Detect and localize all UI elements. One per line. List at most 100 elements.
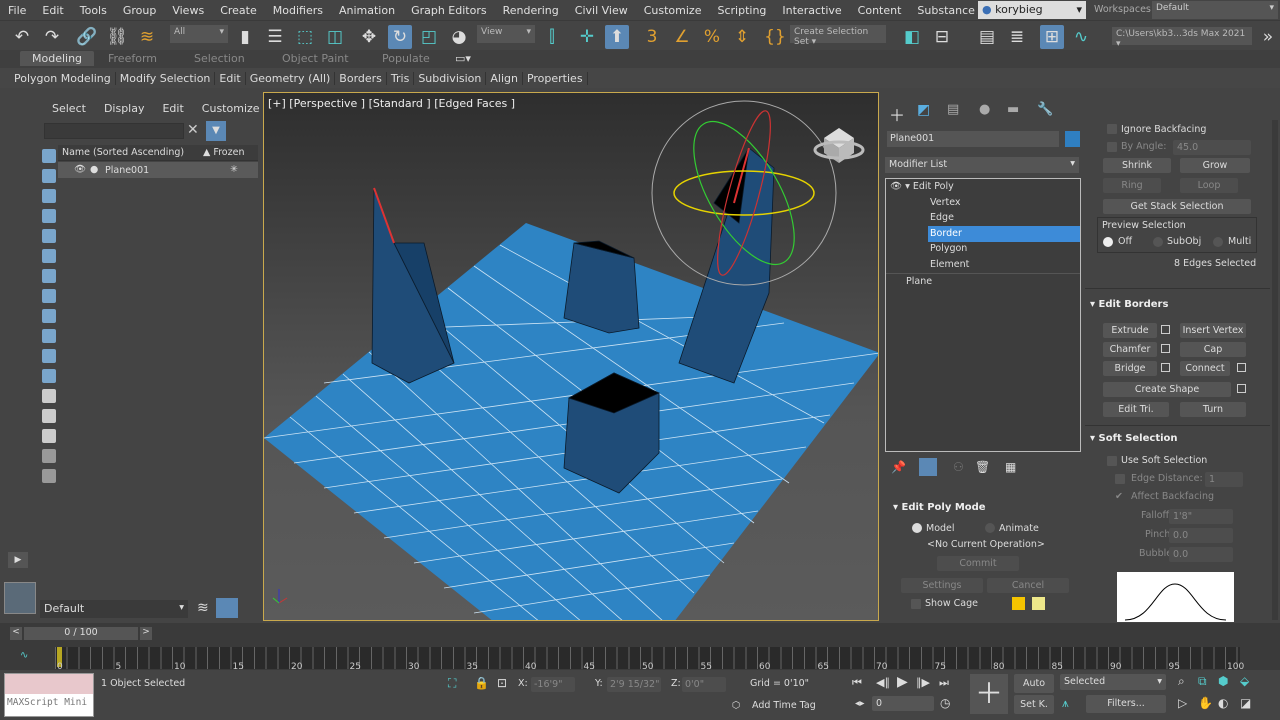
menu-edit[interactable]: Edit (34, 4, 71, 17)
layer-explorer-icon[interactable]: ≣ (1005, 25, 1029, 49)
menu-civil-view[interactable]: Civil View (567, 4, 636, 17)
find-icon[interactable] (42, 449, 56, 463)
commit-button[interactable]: Commit (937, 556, 1019, 571)
cap-button[interactable]: Cap (1180, 342, 1246, 357)
filter-icon[interactable]: ▼ (206, 121, 226, 141)
reference-coord-select[interactable]: View ▾ (477, 25, 535, 43)
connect-settings-icon[interactable] (1237, 363, 1246, 372)
invert-display-icon[interactable] (42, 429, 56, 443)
overflow-icon[interactable]: » (1256, 25, 1280, 49)
project-path-select[interactable]: C:\Users\kb3...3ds Max 2021 ▾ (1112, 27, 1252, 49)
grow-button[interactable]: Grow (1180, 158, 1250, 173)
maxscript-listener[interactable]: MAXScript Mini (4, 673, 94, 717)
go-to-start-icon[interactable]: ⏮ (852, 676, 862, 690)
col-name[interactable]: Name (Sorted Ascending) (62, 147, 184, 158)
scale-icon[interactable]: ◰ (417, 25, 441, 49)
modifier-list-select[interactable]: Modifier List ▾ (885, 157, 1079, 173)
stack-edge[interactable]: Edge (886, 210, 1080, 226)
display-hidden-icon[interactable] (42, 369, 56, 383)
ribbon-modify-selection[interactable]: Modify Selection (116, 71, 216, 85)
zoom-icon[interactable]: ⌕ (1178, 674, 1185, 689)
ribbon-align[interactable]: Align (486, 71, 523, 85)
create-tab-icon[interactable]: ＋ (889, 102, 905, 126)
explorer-customize[interactable]: Customize (202, 102, 260, 115)
ring-button[interactable]: Ring (1103, 178, 1161, 193)
window-crossing-icon[interactable]: ◫ (323, 25, 347, 49)
freeze-icon[interactable]: ✳ (230, 164, 238, 175)
angle-spinner[interactable]: 45.0 (1173, 140, 1251, 155)
display-containers-icon[interactable] (42, 329, 56, 343)
manipulate-icon[interactable]: ✛ (575, 25, 599, 49)
explorer-select[interactable]: Select (52, 102, 86, 115)
rotate-icon[interactable]: ↻ (388, 25, 412, 49)
bind-spacewarp-icon[interactable]: ≋ (135, 25, 159, 49)
zoom-all-icon[interactable]: ⧉ (1198, 674, 1207, 689)
connect-button[interactable]: Connect (1180, 361, 1230, 376)
cancel-button[interactable]: Cancel (987, 578, 1069, 593)
display-geometry-icon[interactable] (42, 149, 56, 163)
key-filter-select[interactable]: Selected ▾ (1060, 674, 1166, 690)
curve-editor-toggle-icon[interactable]: ∿ (20, 650, 28, 661)
selection-filter[interactable]: All ▾ (170, 25, 228, 43)
key-filters-button[interactable]: Filters... (1086, 695, 1166, 713)
redo-icon[interactable]: ↷ (40, 25, 64, 49)
perspective-viewport[interactable]: [+] [Perspective ] [Standard ] [Edged Fa… (263, 92, 879, 621)
stack-polygon[interactable]: Polygon (886, 241, 1080, 257)
ribbon-properties[interactable]: Properties (523, 71, 588, 85)
explorer-switcher-icon[interactable] (4, 582, 36, 614)
previous-key-icon[interactable]: ◀∥ (876, 676, 890, 689)
next-key-icon[interactable]: ∥▶ (916, 676, 930, 689)
utilities-tab-icon[interactable]: 🔧 (1037, 102, 1053, 117)
show-cage-checkbox[interactable] (911, 599, 921, 609)
select-object-icon[interactable]: ▮ (233, 25, 257, 49)
curve-editor-icon[interactable]: ∿ (1069, 25, 1093, 49)
by-angle-checkbox[interactable] (1107, 142, 1117, 152)
menu-interactive[interactable]: Interactive (774, 4, 849, 17)
shrink-button[interactable]: Shrink (1103, 158, 1171, 173)
bubble-spinner[interactable]: 0.0 (1169, 547, 1233, 562)
get-stack-selection-button[interactable]: Get Stack Selection (1103, 199, 1251, 214)
pin-stack-icon[interactable]: 📌 (891, 460, 906, 474)
menu-create[interactable]: Create (212, 4, 265, 17)
edit-poly-mode-title[interactable]: ▾ Edit Poly Mode (893, 502, 986, 513)
loop-button[interactable]: Loop (1180, 178, 1238, 193)
undo-icon[interactable]: ↶ (10, 25, 34, 49)
preview-subobj-radio[interactable] (1153, 237, 1163, 247)
keyboard-shortcut-icon[interactable]: ⬆ (605, 25, 629, 49)
menu-content[interactable]: Content (850, 4, 910, 17)
prev-frame-button[interactable]: < (10, 627, 22, 640)
menu-views[interactable]: Views (164, 4, 212, 17)
menu-group[interactable]: Group (115, 4, 165, 17)
hierarchy-tab-icon[interactable]: ▤ (947, 102, 959, 117)
ribbon-edit[interactable]: Edit (215, 71, 246, 85)
extrude-button[interactable]: Extrude (1103, 323, 1157, 338)
set-key-button[interactable]: Set K. (1014, 695, 1054, 714)
display-lights-icon[interactable] (42, 189, 56, 203)
turn-button[interactable]: Turn (1180, 402, 1246, 417)
add-time-tag[interactable]: Add Time Tag (752, 700, 816, 711)
menu-customize[interactable]: Customize (636, 4, 710, 17)
bridge-button[interactable]: Bridge (1103, 361, 1157, 376)
chamfer-settings-icon[interactable] (1161, 344, 1170, 353)
menu-substance[interactable]: Substance (909, 4, 983, 17)
placement-icon[interactable]: ◕ (447, 25, 471, 49)
zoom-extents-all-icon[interactable]: ⬙ (1240, 674, 1249, 688)
extrude-settings-icon[interactable] (1161, 325, 1170, 334)
absolute-mode-icon[interactable]: ⊡ (497, 676, 507, 690)
play-icon[interactable]: ▶ (897, 674, 908, 690)
current-frame-spinner[interactable]: 0 (872, 696, 934, 711)
insert-vertex-button[interactable]: Insert Vertex (1180, 323, 1246, 338)
explorer-display[interactable]: Display (104, 102, 145, 115)
time-slider[interactable]: 0 / 100 (24, 627, 138, 640)
show-end-result-icon[interactable] (919, 458, 937, 476)
tab-selection[interactable]: Selection (194, 52, 245, 65)
edit-borders-title[interactable]: ▾ Edit Borders (1090, 299, 1168, 310)
align-icon[interactable]: ⊟ (930, 25, 954, 49)
object-name-field[interactable]: Plane001 (887, 131, 1059, 147)
settings-button[interactable]: Settings (901, 578, 983, 593)
menu-file[interactable]: File (0, 4, 34, 17)
menu-rendering[interactable]: Rendering (495, 4, 567, 17)
z-coord-field[interactable]: 0'0" (682, 677, 726, 692)
zoom-extents-icon[interactable]: ⬢ (1218, 674, 1228, 688)
workspace-select[interactable]: Default ▾ (1152, 1, 1278, 19)
